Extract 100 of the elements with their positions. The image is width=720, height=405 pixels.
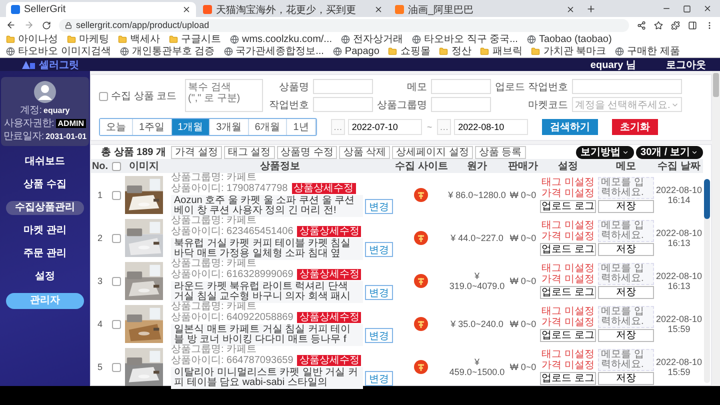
share-icon[interactable] (637, 20, 646, 30)
sidebar-item[interactable]: 수집상품관리 (6, 201, 84, 215)
bookmark[interactable]: 개인통관부호 검증 (120, 46, 215, 56)
close-icon[interactable] (374, 5, 383, 14)
bookmark[interactable]: 가치관 북마크 (531, 46, 606, 56)
action-button[interactable]: 상세페이지 설정 (392, 146, 473, 158)
checkbox[interactable] (99, 92, 108, 100)
bookmark[interactable]: 아이나성 (6, 34, 58, 44)
bookmark[interactable]: 전자상거래 (341, 34, 404, 44)
side-panel-icon[interactable] (688, 20, 697, 30)
start-date-field[interactable]: 2022-07-10 (348, 119, 422, 135)
close-icon[interactable] (703, 4, 712, 13)
logo[interactable]: 셀러그릿 (22, 58, 79, 72)
bookmark[interactable]: Taobao (taobao) (526, 34, 612, 44)
bookmark[interactable]: 정산 (439, 46, 472, 56)
action-button[interactable]: 가격 설정 (171, 146, 222, 158)
view-dropdown[interactable]: 30개 / 보기 (636, 146, 703, 158)
close-icon[interactable] (566, 5, 575, 14)
bookmark[interactable]: 패브릭 (480, 46, 522, 56)
folder-icon (6, 34, 15, 44)
upload-log-button[interactable]: 업로드 로그 (540, 242, 596, 256)
tag-status: 태그 미설정 (540, 220, 596, 230)
detail-edit-badge[interactable]: 상품상세수정 (297, 355, 362, 366)
role-badge: ADMIN (56, 119, 86, 128)
upload-log-button[interactable]: 업로드 로그 (540, 328, 596, 342)
checkbox[interactable] (112, 362, 120, 372)
detail-edit-badge[interactable]: 상품상세수정 (297, 269, 362, 280)
back-icon[interactable] (6, 20, 16, 30)
input-field[interactable] (313, 79, 373, 94)
close-icon[interactable] (182, 5, 191, 14)
detail-edit-badge[interactable]: 상품상세수정 (297, 226, 362, 237)
change-button[interactable]: 변경 (365, 198, 393, 214)
puzzle-icon[interactable] (671, 20, 680, 30)
tag-status: 태그 미설정 (540, 264, 596, 274)
sidebar-item[interactable]: 설정 (6, 270, 84, 284)
change-button[interactable]: 변경 (365, 370, 393, 386)
product-title: 라운드 카펫 북유럽 라이트 럭셔리 단색 거실 침실 교수형 바구니 의자 회색 패시 (171, 281, 363, 303)
checkbox[interactable] (112, 234, 120, 242)
detail-edit-badge[interactable]: 상품상세수정 (292, 183, 356, 194)
maximize-icon[interactable] (683, 4, 691, 12)
action-button[interactable]: 태그 설정 (224, 146, 275, 158)
save-button[interactable]: 저장 (598, 200, 654, 213)
star-icon[interactable] (654, 20, 663, 30)
sidebar-item[interactable]: 상품 수집 (6, 178, 84, 192)
detail-edit-badge[interactable]: 상품상세수정 (297, 312, 362, 323)
scrollbar[interactable] (712, 71, 720, 386)
change-button[interactable]: 변경 (365, 242, 393, 256)
bookmark[interactable]: 국가관세종합정보... (224, 46, 324, 56)
logout-link[interactable]: 로그아웃 (666, 58, 706, 72)
forward-icon[interactable] (24, 20, 34, 30)
sidebar-item[interactable]: 주문 관리 (6, 247, 84, 261)
change-button[interactable]: 변경 (365, 328, 393, 342)
lock-icon (65, 22, 72, 28)
action-button[interactable]: 상품명 수정 (276, 146, 338, 158)
sale-price: ₩ 0~0 (508, 319, 538, 329)
input-field[interactable] (572, 79, 682, 94)
save-button[interactable]: 저장 (598, 329, 654, 342)
view-dropdown[interactable]: 보기방법 (576, 146, 634, 158)
action-button[interactable]: 상품 삭제 (339, 146, 390, 158)
search-button[interactable]: 검색하기 (542, 119, 598, 135)
bookmark[interactable]: 타오바오 이미지검색 (6, 46, 111, 56)
upload-log-button[interactable]: 업로드 로그 (540, 286, 596, 298)
upload-log-button[interactable]: 업로드 로그 (540, 200, 596, 212)
browser-tab[interactable]: SellerGrit (6, 2, 196, 17)
bookmark[interactable]: 타오바오 직구 중국... (412, 34, 518, 44)
checkbox[interactable] (112, 276, 120, 286)
cost-price: ¥ 319.0~4079.0 (448, 271, 506, 291)
save-button[interactable]: 저장 (598, 372, 654, 385)
scrollbar[interactable] (704, 179, 710, 383)
bookmark[interactable]: 쇼핑몰 (388, 46, 430, 56)
change-button[interactable]: 변경 (365, 284, 393, 300)
upload-log-button[interactable]: 업로드 로그 (540, 372, 596, 384)
reload-icon[interactable] (42, 20, 51, 30)
folder-icon (531, 46, 540, 56)
bookmark[interactable]: 백세사 (118, 34, 160, 44)
checkbox[interactable] (112, 190, 120, 200)
end-date-field[interactable]: 2022-08-10 (454, 119, 528, 135)
sidebar-item[interactable]: 대쉬보드 (6, 155, 84, 169)
address-bar[interactable]: sellergrit.com/app/product/upload (59, 18, 629, 32)
bookmark[interactable]: wms.coolzku.com/... (230, 34, 332, 44)
bookmark[interactable]: 구매한 제품 (615, 46, 680, 56)
period-button[interactable]: 1개월 (172, 119, 210, 135)
bookmark[interactable]: 구글시트 (169, 34, 221, 44)
period-button[interactable]: 오늘 (100, 119, 133, 135)
column-header: 수집 사이트 (395, 160, 447, 173)
new-tab-icon[interactable] (586, 4, 596, 14)
checkbox[interactable] (112, 320, 120, 328)
bookmark[interactable]: Papago (332, 46, 380, 56)
globe-icon (230, 34, 239, 44)
input-field[interactable] (431, 97, 491, 112)
reset-button[interactable]: 초기화 (612, 119, 658, 135)
input-field[interactable] (313, 97, 373, 112)
checkbox[interactable] (112, 162, 120, 170)
code-search-field[interactable]: 복수 검색 ("," 로 구분) (185, 79, 263, 112)
save-button[interactable]: 저장 (598, 243, 654, 256)
action-button[interactable]: 상품 등록 (474, 146, 526, 158)
sidebar-item[interactable]: 마켓 관리 (6, 224, 84, 238)
bookmark[interactable]: 마케팅 (67, 34, 109, 44)
input-field[interactable] (431, 79, 491, 94)
save-button[interactable]: 저장 (598, 286, 654, 299)
